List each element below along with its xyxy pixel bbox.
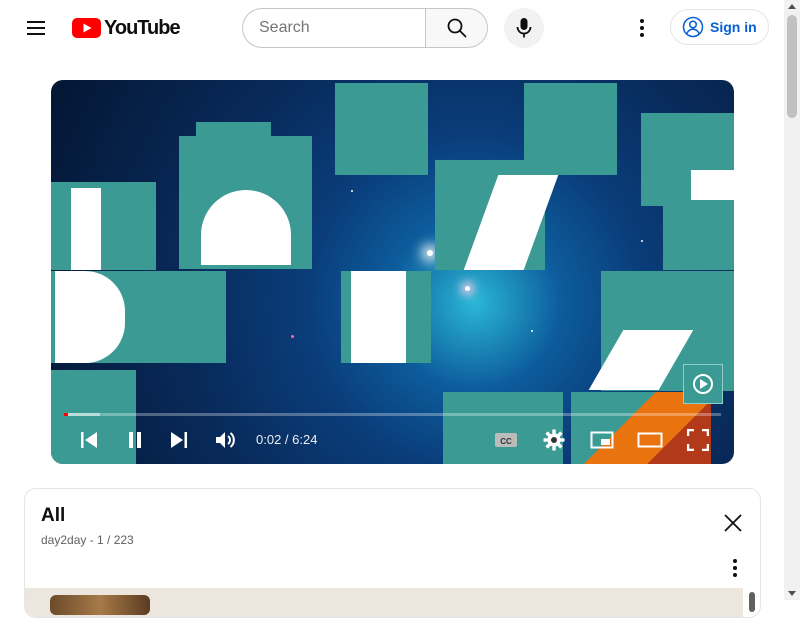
search-box <box>242 8 488 48</box>
close-icon <box>724 514 742 532</box>
menu-icon[interactable] <box>20 12 52 44</box>
captions-icon: CC <box>495 433 517 447</box>
theater-icon <box>637 432 663 448</box>
scroll-down-arrow[interactable] <box>788 591 796 596</box>
star <box>641 240 643 242</box>
playlist-more-icon[interactable] <box>723 555 747 581</box>
skip-next-icon <box>171 432 187 448</box>
voice-search-button[interactable] <box>504 8 544 48</box>
star <box>465 286 470 291</box>
playlist-panel: All day2day - 1 / 223 <box>24 488 761 618</box>
svg-text:CC: CC <box>500 437 512 446</box>
settings-icon <box>543 429 565 451</box>
video-tile <box>51 182 156 270</box>
playlist-title[interactable]: All <box>41 505 65 527</box>
volume-button[interactable] <box>212 422 240 458</box>
video-player[interactable]: 0:02 / 6:24 CC <box>51 80 734 464</box>
scroll-thumb[interactable] <box>787 15 797 118</box>
star <box>427 250 433 256</box>
playlist-scroll-thumb[interactable] <box>749 592 755 612</box>
video-tile <box>351 271 406 363</box>
search-icon <box>447 18 467 38</box>
youtube-logo-icon <box>72 18 101 38</box>
sign-in-label: Sign in <box>710 19 757 35</box>
settings-button[interactable] <box>539 422 569 458</box>
volume-icon <box>216 432 235 448</box>
star <box>531 330 533 332</box>
search-input[interactable] <box>242 8 425 48</box>
played-progress <box>64 413 68 416</box>
video-tile <box>55 271 125 363</box>
playlist-meta[interactable]: day2day - 1 / 223 <box>41 533 134 547</box>
fullscreen-icon <box>687 429 709 451</box>
pause-button[interactable] <box>121 422 149 458</box>
channel-logo-icon <box>693 374 713 394</box>
buffered-progress <box>64 413 101 416</box>
youtube-logo[interactable]: YouTube <box>72 16 181 39</box>
player-controls: 0:02 / 6:24 CC <box>51 422 734 458</box>
search-button[interactable] <box>425 8 488 48</box>
account-icon <box>682 16 704 38</box>
miniplayer-icon <box>590 431 614 449</box>
brand-wordmark: YouTube <box>104 16 181 39</box>
playlist-item-thumbnail[interactable] <box>50 595 150 615</box>
sign-in-button[interactable]: Sign in <box>670 9 769 45</box>
skip-next-button[interactable] <box>165 422 193 458</box>
miniplayer-button[interactable] <box>587 422 617 458</box>
scroll-up-arrow[interactable] <box>788 4 796 9</box>
skip-previous-icon <box>81 432 97 448</box>
more-vert-icon[interactable] <box>626 12 658 44</box>
star <box>291 335 294 338</box>
channel-watermark[interactable] <box>683 364 723 404</box>
skip-previous-button[interactable] <box>75 422 103 458</box>
video-tile <box>691 170 734 200</box>
video-tile <box>335 83 428 175</box>
time-display: 0:02 / 6:24 <box>256 432 318 447</box>
mic-icon <box>516 18 532 38</box>
page-scrollbar[interactable] <box>784 0 800 600</box>
masthead: YouTube Sign in <box>0 0 784 56</box>
playlist-item[interactable] <box>25 588 743 617</box>
fullscreen-button[interactable] <box>683 422 713 458</box>
captions-button[interactable]: CC <box>491 422 521 458</box>
theater-mode-button[interactable] <box>635 422 665 458</box>
progress-bar[interactable] <box>64 413 721 416</box>
pause-icon <box>129 432 141 448</box>
video-tile <box>71 188 101 270</box>
close-playlist-button[interactable] <box>721 511 745 535</box>
star <box>351 190 353 192</box>
